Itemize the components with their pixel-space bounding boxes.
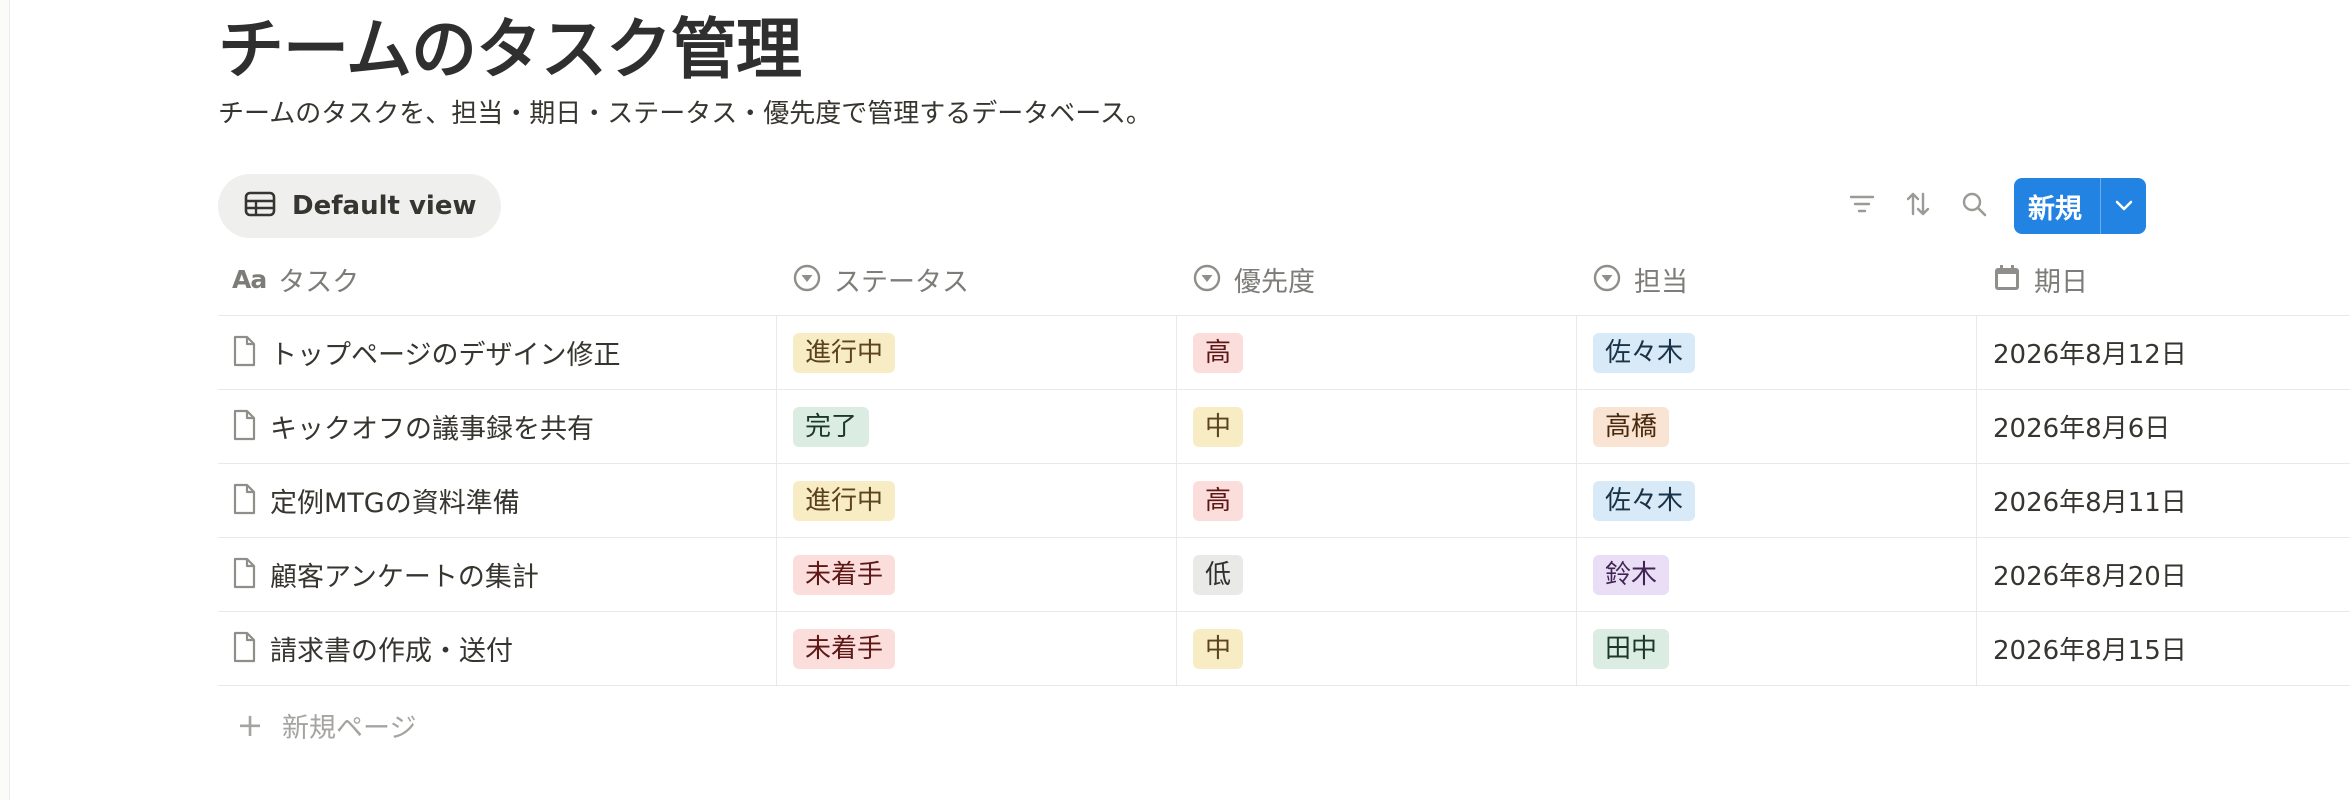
table-row[interactable]: 顧客アンケートの集計 未着手 低 鈴木 2026年8月20日 xyxy=(218,538,2350,612)
column-header-task[interactable]: Aa タスク xyxy=(218,244,776,315)
page-icon xyxy=(232,557,256,593)
priority-cell[interactable]: 中 xyxy=(1176,612,1576,685)
priority-cell[interactable]: 中 xyxy=(1176,390,1576,463)
task-cell[interactable]: 定例MTGの資料準備 xyxy=(218,464,776,537)
search-button[interactable] xyxy=(1946,178,2002,234)
database-page: チームのタスク管理 チームのタスクを、担当・期日・ステータス・優先度で管理するデ… xyxy=(218,0,2350,800)
assignee-cell[interactable]: 高橋 xyxy=(1576,390,1976,463)
calendar-icon xyxy=(1992,263,2022,297)
page-icon xyxy=(232,409,256,445)
due-cell[interactable]: 2026年8月12日 xyxy=(1976,316,2350,389)
column-header-label: タスク xyxy=(278,267,360,298)
due-date: 2026年8月11日 xyxy=(1993,488,2187,518)
task-title[interactable]: トップページのデザイン修正 xyxy=(270,333,620,372)
select-icon xyxy=(1192,263,1222,297)
page-icon xyxy=(232,483,256,519)
filter-icon xyxy=(1848,192,1876,220)
due-cell[interactable]: 2026年8月6日 xyxy=(1976,390,2350,463)
chevron-down-icon xyxy=(2114,197,2134,216)
priority-tag: 中 xyxy=(1193,628,1244,669)
status-cell[interactable]: 進行中 xyxy=(776,464,1176,537)
assignee-cell[interactable]: 田中 xyxy=(1576,612,1976,685)
view-tab-default[interactable]: Default view xyxy=(218,174,501,238)
assignee-tag: 鈴木 xyxy=(1593,554,1670,595)
database-table: Aa タスク ステータス 優先度 担当 期日 トップページのデザイン修正 進行中… xyxy=(218,244,2350,764)
column-header-label: 期日 xyxy=(2034,267,2088,298)
table-row[interactable]: トップページのデザイン修正 進行中 高 佐々木 2026年8月12日 xyxy=(218,316,2350,390)
assignee-tag: 高橋 xyxy=(1593,406,1670,447)
filter-button[interactable] xyxy=(1834,178,1890,234)
priority-cell[interactable]: 低 xyxy=(1176,538,1576,611)
priority-tag: 高 xyxy=(1193,332,1244,373)
task-cell[interactable]: 請求書の作成・送付 xyxy=(218,612,776,685)
select-icon xyxy=(1592,263,1622,297)
assignee-tag: 田中 xyxy=(1593,628,1670,669)
column-header-priority[interactable]: 優先度 xyxy=(1176,244,1576,315)
status-cell[interactable]: 未着手 xyxy=(776,538,1176,611)
priority-cell[interactable]: 高 xyxy=(1176,316,1576,389)
due-date: 2026年8月15日 xyxy=(1993,636,2187,666)
table-icon xyxy=(244,191,276,221)
column-header-status[interactable]: ステータス xyxy=(776,244,1176,315)
assignee-cell[interactable]: 鈴木 xyxy=(1576,538,1976,611)
table-row[interactable]: 請求書の作成・送付 未着手 中 田中 2026年8月15日 xyxy=(218,612,2350,686)
page-icon xyxy=(232,631,256,667)
sort-button[interactable] xyxy=(1890,178,1946,234)
column-header-label: 優先度 xyxy=(1234,267,1315,298)
task-title[interactable]: 定例MTGの資料準備 xyxy=(270,481,520,520)
due-cell[interactable]: 2026年8月20日 xyxy=(1976,538,2350,611)
new-button-group: 新規 xyxy=(2014,178,2146,234)
search-icon xyxy=(1960,190,1988,222)
due-cell[interactable]: 2026年8月15日 xyxy=(1976,612,2350,685)
status-cell[interactable]: 進行中 xyxy=(776,316,1176,389)
table-row[interactable]: キックオフの議事録を共有 完了 中 高橋 2026年8月6日 xyxy=(218,390,2350,464)
assignee-cell[interactable]: 佐々木 xyxy=(1576,316,1976,389)
due-date: 2026年8月6日 xyxy=(1993,414,2171,444)
column-header-assignee[interactable]: 担当 xyxy=(1576,244,1976,315)
status-tag: 進行中 xyxy=(793,332,896,373)
assignee-tag: 佐々木 xyxy=(1593,480,1696,521)
page-description[interactable]: チームのタスクを、担当・期日・ステータス・優先度で管理するデータベース。 xyxy=(218,94,1152,134)
task-cell[interactable]: トップページのデザイン修正 xyxy=(218,316,776,389)
table-row[interactable]: 定例MTGの資料準備 進行中 高 佐々木 2026年8月11日 xyxy=(218,464,2350,538)
page-icon xyxy=(232,335,256,371)
priority-cell[interactable]: 高 xyxy=(1176,464,1576,537)
task-title[interactable]: 顧客アンケートの集計 xyxy=(270,555,539,594)
task-cell[interactable]: キックオフの議事録を共有 xyxy=(218,390,776,463)
sort-icon xyxy=(1904,190,1932,222)
due-date: 2026年8月12日 xyxy=(1993,340,2187,370)
status-cell[interactable]: 完了 xyxy=(776,390,1176,463)
status-tag: 未着手 xyxy=(793,628,896,669)
text-property-icon: Aa xyxy=(232,265,267,294)
priority-tag: 低 xyxy=(1193,554,1244,595)
due-date: 2026年8月20日 xyxy=(1993,562,2187,592)
task-title[interactable]: キックオフの議事録を共有 xyxy=(270,407,594,446)
database-toolbar: 新規 xyxy=(1834,178,2146,234)
page-title[interactable]: チームのタスク管理 xyxy=(218,8,802,92)
column-header-due[interactable]: 期日 xyxy=(1976,244,2350,315)
status-tag: 完了 xyxy=(793,406,870,447)
assignee-tag: 佐々木 xyxy=(1593,332,1696,373)
due-cell[interactable]: 2026年8月11日 xyxy=(1976,464,2350,537)
status-tag: 進行中 xyxy=(793,480,896,521)
plus-icon: + xyxy=(236,706,264,744)
priority-tag: 高 xyxy=(1193,480,1244,521)
status-tag: 未着手 xyxy=(793,554,896,595)
assignee-cell[interactable]: 佐々木 xyxy=(1576,464,1976,537)
task-title[interactable]: 請求書の作成・送付 xyxy=(270,629,513,668)
sidebar-edge xyxy=(0,0,10,800)
new-dropdown-button[interactable] xyxy=(2100,178,2146,234)
priority-tag: 中 xyxy=(1193,406,1244,447)
add-new-page-button[interactable]: + 新規ページ xyxy=(218,686,2350,764)
task-cell[interactable]: 顧客アンケートの集計 xyxy=(218,538,776,611)
column-header-label: ステータス xyxy=(834,267,969,298)
add-new-page-label: 新規ページ xyxy=(282,712,417,744)
new-button[interactable]: 新規 xyxy=(2014,178,2100,234)
column-header-label: 担当 xyxy=(1634,267,1688,298)
status-cell[interactable]: 未着手 xyxy=(776,612,1176,685)
view-tab-label: Default view xyxy=(292,191,477,221)
select-icon xyxy=(792,263,822,297)
table-header-row: Aa タスク ステータス 優先度 担当 期日 xyxy=(218,244,2350,316)
